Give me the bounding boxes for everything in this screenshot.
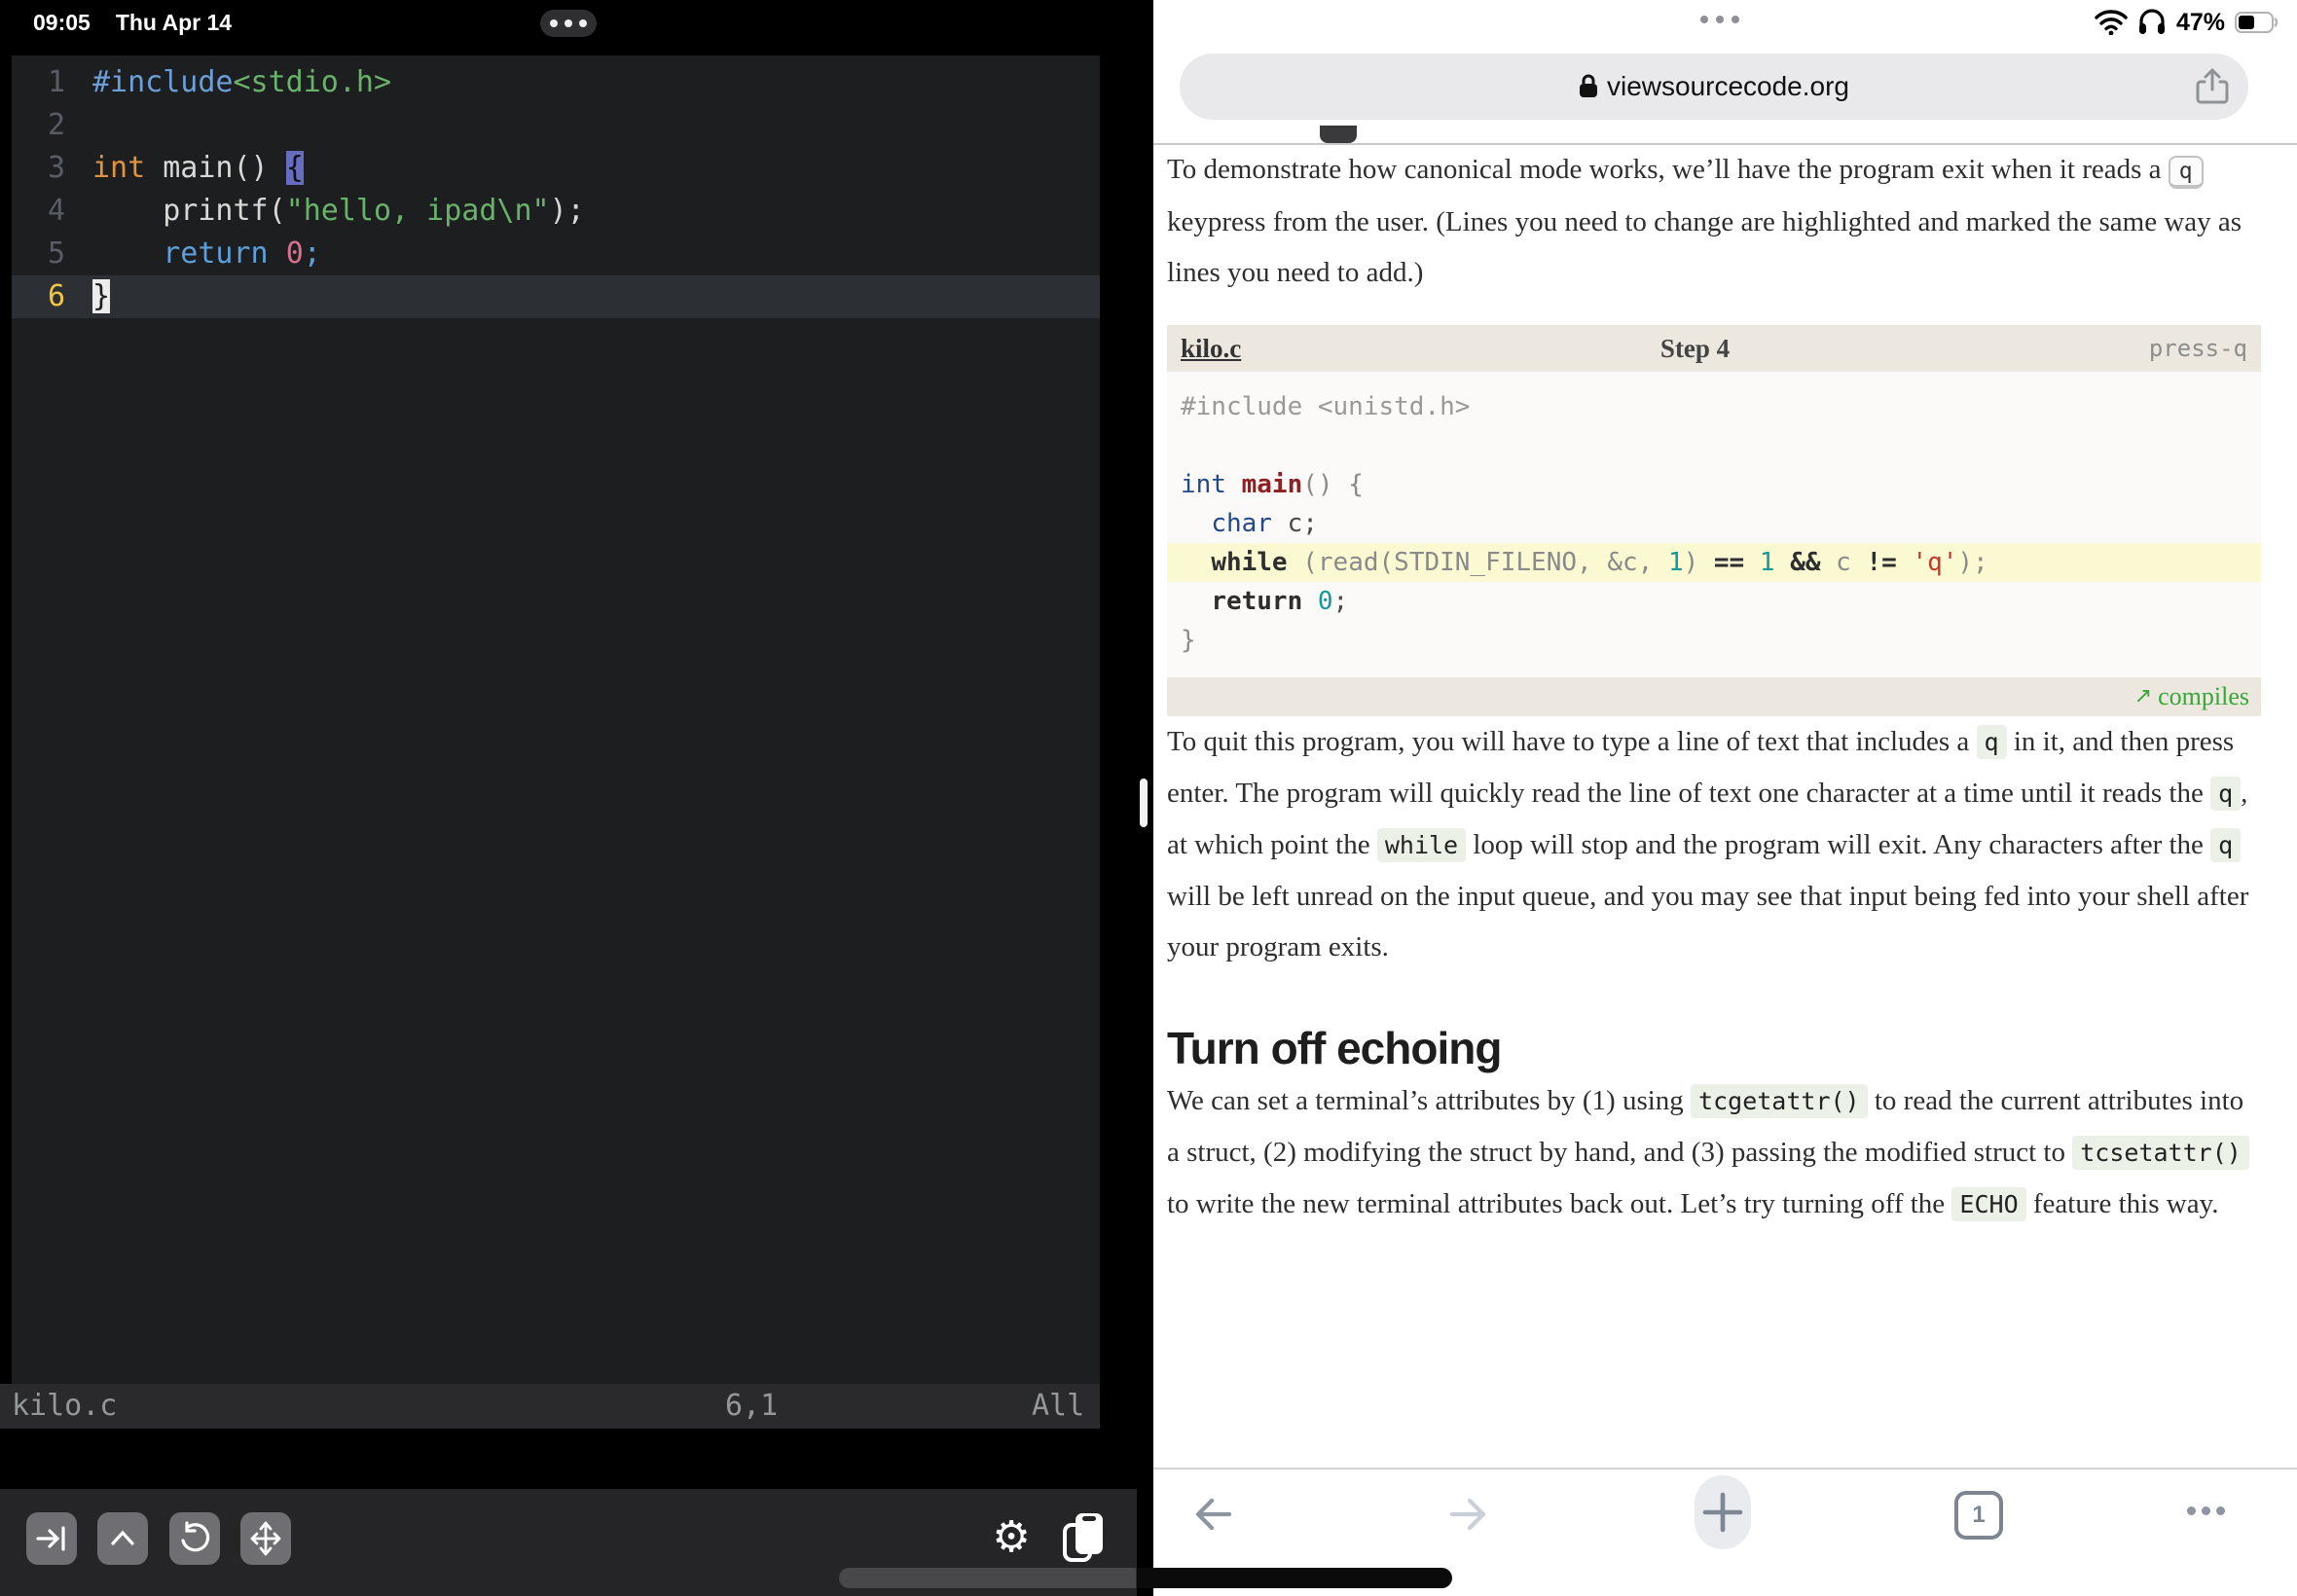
code-line: }: [1181, 626, 1196, 655]
line-number: 5: [47, 236, 65, 271]
scrolled-element-sliver: [1320, 126, 1357, 143]
dot-icon: [565, 19, 572, 27]
wifi-icon: [2095, 10, 2128, 35]
inline-code: tcsetattr(): [2072, 1136, 2249, 1170]
clock: 09:05: [33, 10, 91, 35]
vim-cursor-position: 6,1: [725, 1389, 779, 1423]
code-step-block: kilo.c Step 4 press-q #include <unistd.h…: [1167, 325, 2261, 716]
line-number: 1: [47, 65, 65, 99]
code-file-link[interactable]: kilo.c: [1181, 325, 1241, 374]
settings-button[interactable]: ⚙: [987, 1510, 1036, 1565]
compiles-link[interactable]: compiles: [2158, 671, 2249, 716]
split-view-divider-handle[interactable]: [1140, 779, 1148, 827]
more-button[interactable]: [2187, 1506, 2225, 1515]
dot-icon: [2202, 1506, 2210, 1515]
line-number: 4: [47, 194, 65, 228]
vim-code-lines: 1 #include<stdio.h> 2 3 int main() {4 printf…: [12, 61, 1100, 318]
forward-button[interactable]: [1446, 1495, 1489, 1534]
url-text: viewsourcecode.org: [1606, 71, 1850, 101]
code-block-body: #include <unistd.h> int main() { char c; …: [1167, 372, 2261, 677]
control-key-button[interactable]: [97, 1512, 148, 1565]
editor-line: 4 printf("hello, ipad\n");: [12, 190, 1100, 233]
back-arrow-icon: [1195, 1498, 1232, 1531]
clipboard-paste-icon: [1063, 1513, 1103, 1562]
share-icon[interactable]: [2192, 66, 2233, 107]
dot-icon: [2216, 1506, 2225, 1515]
dot-icon: [1716, 16, 1724, 23]
inline-code: tcgetattr(): [1691, 1084, 1868, 1118]
line-number: 3: [47, 151, 65, 185]
code-block-header: kilo.c Step 4 press-q: [1167, 325, 2261, 372]
code-block-footer: ↗ compiles: [1167, 677, 2261, 716]
section-heading: Turn off echoing: [1167, 1023, 1502, 1073]
code-line-highlighted: while (read(STDIN_FILENO, &c, 1) == 1 &&…: [1167, 543, 2261, 582]
article-content: To demonstrate how canonical mode works,…: [1167, 144, 2261, 1230]
address-bar-content: viewsourcecode.org: [1180, 54, 2248, 120]
vim-scroll-indicator: All: [1032, 1389, 1085, 1423]
vim-filename: kilo.c: [12, 1389, 118, 1423]
code-step-tag: press-q: [2148, 335, 2247, 362]
line-number: 2: [47, 108, 65, 142]
new-tab-button[interactable]: [1695, 1475, 1751, 1549]
home-indicator[interactable]: [839, 1568, 1452, 1588]
multitasking-menu-button[interactable]: [1700, 16, 1739, 23]
editor-line: 3 int main() {: [12, 147, 1100, 190]
inline-code: q: [2210, 828, 2242, 862]
back-button[interactable]: [1192, 1495, 1235, 1534]
dot-icon: [2187, 1506, 2196, 1515]
dot-icon: [1732, 16, 1739, 23]
code-line: #include <unistd.h>: [1181, 392, 1471, 421]
paragraph: To demonstrate how canonical mode works,…: [1167, 154, 2242, 288]
inline-code: ECHO: [1951, 1187, 2026, 1221]
dot-icon: [550, 19, 558, 27]
vim-statusline: kilo.c 6,1 All: [0, 1384, 1100, 1429]
gear-icon: ⚙: [992, 1512, 1031, 1562]
editor-line: 6}: [12, 275, 1100, 318]
safari-pane: 47% viewsourcecode.org To demonstrate ho…: [1153, 0, 2297, 1596]
battery-percent: 47%: [2175, 8, 2225, 36]
tab-icon: [36, 1526, 65, 1551]
tabs-button[interactable]: 1: [1954, 1491, 2003, 1540]
caret-icon: [111, 1530, 134, 1545]
lock-icon: [1579, 74, 1597, 97]
terminal-app-pane: 09:05 Thu Apr 14 1 #include<stdio.h> 2 3 int…: [0, 0, 1153, 1596]
tab-count: 1: [1972, 1502, 1986, 1528]
statusbar-right: 47%: [2095, 8, 2279, 37]
multitasking-menu-button[interactable]: [540, 10, 597, 37]
paragraph: We can set a terminal’s attributes by (1…: [1167, 1075, 2261, 1230]
battery-icon: [2235, 12, 2279, 33]
diff-arrow-icon: ↗: [2133, 684, 2153, 708]
vim-editor[interactable]: 1 #include<stdio.h> 2 3 int main() {4 printf…: [12, 55, 1100, 1390]
code-line: return 0;: [1211, 587, 1349, 616]
paragraph: To quit this program, you will have to t…: [1167, 725, 2249, 962]
editor-line: 2: [12, 104, 1100, 147]
date: Thu Apr 14: [115, 10, 233, 35]
undo-key-button[interactable]: [169, 1512, 220, 1565]
headphones-icon: [2138, 9, 2165, 34]
move-arrows-key-button[interactable]: [240, 1512, 291, 1565]
address-bar[interactable]: viewsourcecode.org: [1180, 54, 2248, 120]
line-number: 6: [47, 279, 65, 313]
code-line: char c;: [1211, 509, 1318, 538]
code-step-label: Step 4: [1659, 334, 1731, 363]
dot-icon: [1700, 16, 1708, 23]
inline-code: while: [1376, 828, 1467, 862]
editor-line: 5 return 0;: [12, 233, 1100, 275]
code-line: int main() {: [1181, 470, 1364, 499]
cursor-block: }: [92, 279, 111, 313]
plus-icon: [1702, 1492, 1743, 1533]
kbd-key: q: [2168, 156, 2204, 189]
inline-code: q: [2210, 777, 2242, 811]
statusbar-left: 09:05 Thu Apr 14: [33, 10, 232, 36]
inline-code: q: [1976, 725, 2007, 759]
editor-line: 1 #include<stdio.h>: [12, 61, 1100, 104]
forward-arrow-icon: [1449, 1498, 1486, 1531]
undo-icon: [181, 1521, 210, 1552]
dot-icon: [579, 19, 587, 27]
paste-button[interactable]: [1059, 1510, 1108, 1565]
move-arrows-icon: [250, 1521, 281, 1556]
tab-key-button[interactable]: [26, 1512, 77, 1565]
